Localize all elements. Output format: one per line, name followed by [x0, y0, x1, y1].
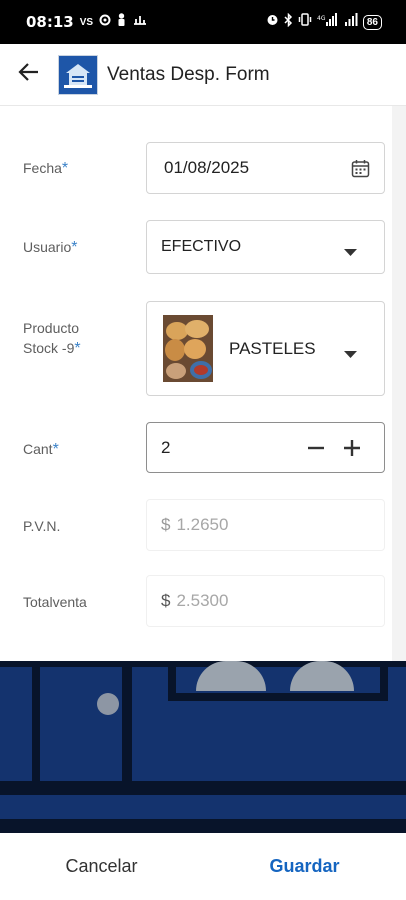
signal-icon: 4G — [317, 13, 339, 31]
bluetooth-icon — [284, 12, 293, 32]
fecha-label: Fecha* — [23, 158, 68, 179]
required-marker: * — [74, 340, 81, 357]
app-status-icon — [132, 13, 148, 31]
totalventa-label-text: Totalventa — [23, 594, 87, 610]
usuario-label: Usuario* — [23, 237, 77, 258]
app-title: Ventas Desp. Form — [107, 63, 270, 85]
save-button[interactable]: Guardar — [203, 833, 406, 900]
producto-label-line1: Producto — [23, 320, 80, 336]
cant-quantity-stepper[interactable]: 2 — [146, 422, 385, 473]
usuario-label-text: Usuario — [23, 239, 72, 255]
back-button[interactable] — [0, 44, 56, 106]
cant-value: 2 — [161, 437, 171, 457]
producto-value: PASTELES — [229, 338, 316, 358]
svg-text:4G: 4G — [317, 15, 326, 22]
status-time: 08:13 — [26, 13, 74, 31]
cant-label-text: Cant — [23, 441, 53, 457]
background-image — [0, 661, 406, 833]
app-bar: Ventas Desp. Form — [0, 44, 406, 106]
totalventa-field: $ 2.5300 — [146, 575, 385, 627]
status-bar: 08:13 VS 4G 86 — [0, 0, 406, 44]
pvn-field: $ 1.2650 — [146, 499, 385, 551]
fecha-value: 01/08/2025 — [164, 158, 250, 177]
status-right: 4G 86 — [266, 12, 382, 32]
producto-select[interactable]: PASTELES — [146, 301, 385, 396]
plus-icon[interactable] — [343, 439, 361, 462]
totalventa-value: 2.5300 — [176, 591, 229, 610]
battery-indicator: 86 — [362, 14, 382, 30]
calendar-icon[interactable] — [351, 159, 370, 183]
bottom-action-bar: Cancelar Guardar — [0, 833, 406, 900]
vibrate-icon — [298, 13, 312, 31]
app-logo — [58, 54, 98, 95]
producto-stock-label: Stock -9 — [23, 340, 75, 356]
person-status-icon — [117, 13, 126, 31]
chevron-down-icon — [344, 346, 357, 364]
usuario-select[interactable]: EFECTIVO — [146, 220, 385, 274]
cancel-button[interactable]: Cancelar — [0, 833, 203, 900]
pvn-label-text: P.V.N. — [23, 518, 61, 534]
fecha-date-field[interactable]: 01/08/2025 — [146, 142, 385, 194]
status-vs-label: VS — [79, 16, 94, 28]
chevron-down-icon — [344, 244, 357, 262]
pvn-value: 1.2650 — [176, 515, 229, 534]
scroll-edge — [392, 106, 406, 661]
required-marker: * — [71, 239, 78, 256]
minus-icon[interactable] — [307, 439, 325, 462]
cant-label: Cant* — [23, 439, 59, 460]
settings-status-icon — [99, 13, 111, 31]
usuario-value: EFECTIVO — [161, 238, 242, 255]
signal-2-icon — [344, 13, 358, 31]
totalventa-label: Totalventa — [23, 592, 87, 612]
form-container: Fecha* 01/08/2025 Usuario* EFECTIVO Prod… — [0, 106, 392, 661]
producto-label: Producto Stock -9* — [23, 318, 81, 359]
fecha-label-text: Fecha — [23, 160, 62, 176]
back-arrow-icon — [18, 62, 40, 87]
pvn-label: P.V.N. — [23, 516, 60, 536]
required-marker: * — [52, 441, 59, 458]
required-marker: * — [61, 160, 69, 177]
product-thumbnail — [163, 315, 213, 382]
status-left: 08:13 VS — [26, 13, 148, 31]
pvn-currency: $ — [161, 515, 171, 534]
alarm-icon — [266, 13, 279, 31]
totalventa-currency: $ — [161, 591, 171, 610]
